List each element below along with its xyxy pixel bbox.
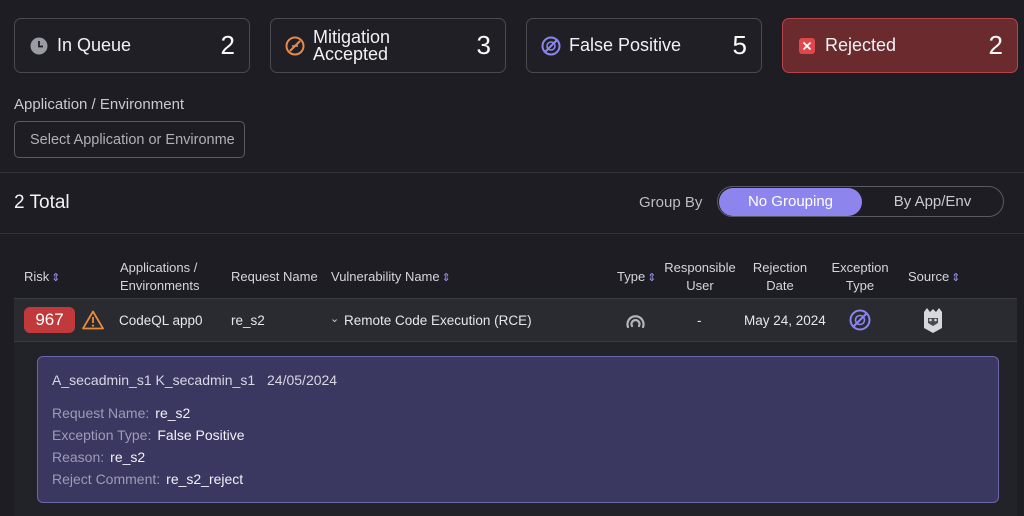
request-name-value: re_s2 [155,405,191,421]
false-positive-label: False Positive [569,35,682,55]
close-box-icon [797,36,817,56]
filter-label: Application / Environment [14,96,185,113]
rejection-header-line2: Date [766,278,794,293]
in-queue-count: 2 [220,30,235,60]
reason-label: Reason: [52,449,105,465]
rejected-label: Rejected [825,35,897,55]
mitigation-icon [285,36,305,56]
detail-header: A_secadmin_s1 K_secadmin_s1 24/05/2024 [52,372,337,388]
mitigation-accepted-card[interactable]: Mitigation Accepted 3 [270,18,506,73]
in-queue-label: In Queue [57,35,132,55]
in-queue-card[interactable]: In Queue 2 [14,18,250,73]
source-header[interactable]: Source ⇕ [908,268,960,287]
responsible-header-line2: User [686,278,714,293]
sort-icon: ⇕ [647,272,657,284]
type-header[interactable]: Type ⇕ [617,268,656,287]
detail-user: A_secadmin_s1 K_secadmin_s1 [52,372,256,388]
status-cards: In Queue 2 Mitigation Accepted 3 False P… [14,18,1018,73]
group-by-label: Group By [639,194,703,211]
mitigation-accepted-count: 3 [476,30,491,60]
false-positive-count: 5 [732,30,747,60]
rejection-header-line1: Rejection [752,260,808,275]
exception-header-line2: Type [845,278,875,293]
exceptions-page: In Queue 2 Mitigation Accepted 3 False P… [0,0,1024,516]
exception-type-label: Exception Type: [52,427,152,443]
request-name-header: Request Name [231,269,318,284]
application-cell: CodeQL app0 [119,313,203,328]
reject-comment-value: re_s2_reject [166,471,244,487]
detail-exception-type: Exception Type: False Positive [52,427,245,443]
detail-reject-comment: Reject Comment: re_s2_reject [52,471,243,487]
divider [0,233,1024,234]
type-header-label: Type [617,269,646,284]
vulnerability-name-header[interactable]: Vulnerability Name ⇕ [331,268,451,287]
mitigation-label-line2: Accepted [313,43,389,64]
reject-comment-label: Reject Comment: [52,471,161,487]
responsible-header-line1: Responsible [664,260,736,275]
clock-icon [29,36,49,56]
request-name-label: Request Name: [52,405,150,421]
detail-request-name: Request Name: re_s2 [52,405,190,421]
total-count: 2 Total [14,192,70,213]
rejected-count: 2 [988,30,1003,60]
exception-header-line1: Exception [831,260,889,275]
no-grouping-option[interactable]: No Grouping [719,187,862,216]
risk-header-label: Risk [24,269,50,284]
type-icon [625,310,646,336]
rejection-date-cell: May 24, 2024 [744,313,826,328]
detail-reason: Reason: re_s2 [52,449,145,465]
warning-icon [82,310,104,335]
chevron-down-icon[interactable]: ⌄ [330,312,339,325]
applications-header-line2: Environments [120,278,200,293]
exception-type-header: Exception Type [828,259,892,295]
risk-header[interactable]: Risk ⇕ [24,268,61,287]
responsible-user-cell: - [697,313,702,328]
application-environment-select[interactable]: Select Application or Environme [14,121,245,158]
request-name-cell: re_s2 [231,313,265,328]
by-app-env-option[interactable]: By App/Env [862,188,1003,216]
sort-icon: ⇕ [441,272,451,284]
source-tool-icon [921,306,945,339]
vulnerability-header-label: Vulnerability Name [331,269,440,284]
mitigation-accepted-label: Mitigation Accepted [313,28,390,64]
risk-score-badge: 967 [24,307,75,333]
vulnerability-cell: Remote Code Execution (RCE) [344,313,532,328]
false-positive-icon [541,36,561,56]
divider [0,172,1024,173]
exception-type-value: False Positive [157,427,245,443]
responsible-user-header: Responsible User [664,259,736,295]
source-header-label: Source [908,269,950,284]
rejected-card[interactable]: Rejected 2 [782,18,1018,73]
rejection-date-header: Rejection Date [748,259,812,295]
applications-header-line1: Applications / [120,260,198,275]
false-positive-card[interactable]: False Positive 5 [526,18,762,73]
sort-icon: ⇕ [951,272,961,284]
detail-date: 24/05/2024 [267,372,338,388]
sort-icon: ⇕ [51,272,61,284]
applications-header: Applications / Environments [120,259,199,295]
group-by-toggle: No Grouping By App/Env [717,186,1004,217]
reason-value: re_s2 [110,449,146,465]
false-positive-icon [849,309,871,336]
